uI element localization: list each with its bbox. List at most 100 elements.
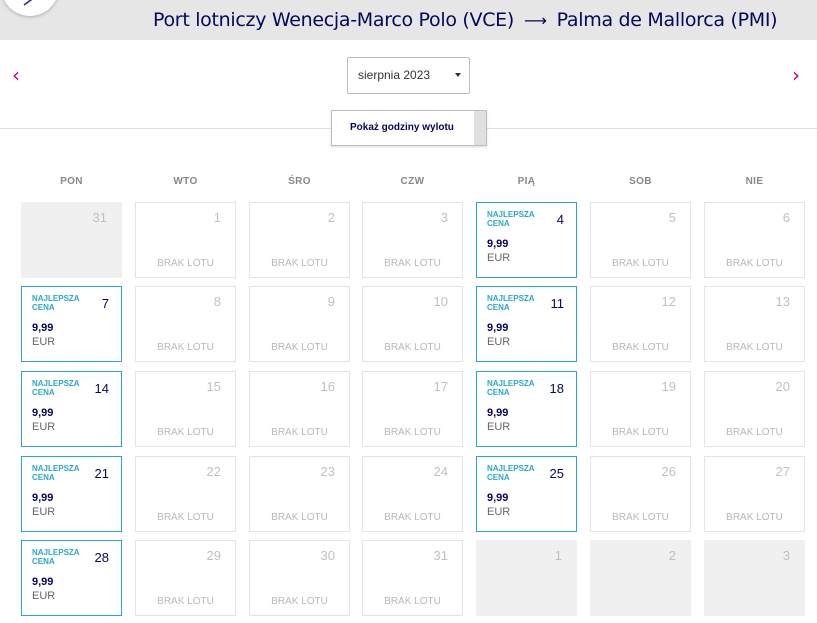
toggle-label: Pokaż godziny wylotu — [350, 122, 454, 133]
day-number: 27 — [775, 464, 790, 479]
no-flight-label: BRAK LOTU — [271, 342, 328, 353]
no-flight-label: BRAK LOTU — [271, 596, 328, 607]
price-value: 9,99 — [32, 407, 54, 419]
weekday-label: CZW — [400, 176, 425, 187]
day-cell-no-flight: 29 BRAK LOTU — [135, 540, 236, 616]
no-flight-label: BRAK LOTU — [612, 258, 669, 269]
no-flight-label: BRAK LOTU — [726, 427, 783, 438]
day-cell-outside-month: 2 — [590, 540, 691, 616]
day-cell-no-flight: 12 BRAK LOTU — [590, 286, 691, 362]
day-number: 16 — [320, 379, 335, 394]
day-cell-no-flight: 3 BRAK LOTU — [362, 202, 463, 278]
day-cell-no-flight: 1 BRAK LOTU — [135, 202, 236, 278]
price-currency: EUR — [487, 506, 511, 518]
no-flight-label: BRAK LOTU — [726, 342, 783, 353]
best-price-label: NAJLEPSZA CENA — [487, 379, 535, 397]
day-cell-no-flight: 2 BRAK LOTU — [249, 202, 350, 278]
show-departure-times-toggle[interactable]: Pokaż godziny wylotu — [331, 110, 487, 146]
day-cell-no-flight: 20 BRAK LOTU — [704, 371, 805, 447]
no-flight-label: BRAK LOTU — [384, 342, 441, 353]
day-number: 12 — [661, 294, 676, 309]
day-number: 14 — [94, 381, 109, 396]
no-flight-label: BRAK LOTU — [157, 342, 214, 353]
day-cell-available[interactable]: 11 NAJLEPSZA CENA 9,99 EUR — [476, 286, 577, 362]
day-number: 24 — [433, 464, 448, 479]
day-cell-outside-month: 31 — [21, 202, 122, 278]
next-month-button[interactable]: › — [792, 65, 806, 85]
price-currency: EUR — [32, 421, 56, 433]
chevron-down-icon — [455, 73, 461, 77]
day-number: 3 — [782, 548, 790, 563]
day-number: 1 — [213, 210, 221, 225]
day-cell-available[interactable]: 25 NAJLEPSZA CENA 9,99 EUR — [476, 456, 577, 532]
day-cell-available[interactable]: 4 NAJLEPSZA CENA 9,99 EUR — [476, 202, 577, 278]
price-currency: EUR — [487, 252, 511, 264]
day-cell-available[interactable]: 18 NAJLEPSZA CENA 9,99 EUR — [476, 371, 577, 447]
day-number: 23 — [320, 464, 335, 479]
price-currency: EUR — [487, 336, 511, 348]
day-number: 3 — [440, 210, 448, 225]
price-value: 9,99 — [487, 492, 509, 504]
best-price-label: NAJLEPSZA CENA — [32, 464, 80, 482]
month-select-value: sierpnia 2023 — [358, 68, 431, 82]
day-cell-no-flight: 24 BRAK LOTU — [362, 456, 463, 532]
no-flight-label: BRAK LOTU — [271, 427, 328, 438]
day-number: 10 — [433, 294, 448, 309]
no-flight-label: BRAK LOTU — [384, 427, 441, 438]
weekday-label: ŚRO — [288, 176, 311, 187]
day-number: 26 — [661, 464, 676, 479]
day-number: 30 — [320, 548, 335, 563]
price-currency: EUR — [32, 590, 56, 602]
logo[interactable] — [1, 0, 59, 16]
day-cell-available[interactable]: 28 NAJLEPSZA CENA 9,99 EUR — [21, 540, 122, 616]
day-number: 15 — [206, 379, 221, 394]
day-number: 13 — [775, 294, 790, 309]
weekday-label: PON — [60, 176, 83, 187]
day-cell-no-flight: 19 BRAK LOTU — [590, 371, 691, 447]
price-currency: EUR — [32, 336, 56, 348]
day-number: 19 — [661, 379, 676, 394]
no-flight-label: BRAK LOTU — [612, 427, 669, 438]
plane-icon — [23, 0, 33, 6]
day-cell-no-flight: 31 BRAK LOTU — [362, 540, 463, 616]
day-number: 2 — [327, 210, 335, 225]
no-flight-label: BRAK LOTU — [157, 512, 214, 523]
day-cell-no-flight: 8 BRAK LOTU — [135, 286, 236, 362]
no-flight-label: BRAK LOTU — [612, 342, 669, 353]
day-cell-outside-month: 1 — [476, 540, 577, 616]
day-cell-no-flight: 16 BRAK LOTU — [249, 371, 350, 447]
no-flight-label: BRAK LOTU — [157, 427, 214, 438]
no-flight-label: BRAK LOTU — [271, 512, 328, 523]
day-number: 5 — [668, 210, 676, 225]
day-number: 11 — [550, 296, 565, 311]
day-cell-no-flight: 9 BRAK LOTU — [249, 286, 350, 362]
day-cell-no-flight: 26 BRAK LOTU — [590, 456, 691, 532]
weekday-label: SOB — [629, 176, 652, 187]
day-cell-no-flight: 13 BRAK LOTU — [704, 286, 805, 362]
day-cell-available[interactable]: 7 NAJLEPSZA CENA 9,99 EUR — [21, 286, 122, 362]
day-cell-available[interactable]: 21 NAJLEPSZA CENA 9,99 EUR — [21, 456, 122, 532]
day-number: 31 — [92, 210, 107, 225]
price-value: 9,99 — [487, 238, 509, 250]
best-price-label: NAJLEPSZA CENA — [487, 210, 535, 228]
route-header: Port lotniczy Wenecja-Marco Polo (VCE) ⟶… — [0, 0, 817, 40]
day-cell-no-flight: 27 BRAK LOTU — [704, 456, 805, 532]
day-number: 18 — [549, 381, 564, 396]
no-flight-label: BRAK LOTU — [271, 258, 328, 269]
route-title: Port lotniczy Wenecja-Marco Polo (VCE) ⟶… — [153, 8, 778, 32]
price-value: 9,99 — [32, 492, 54, 504]
day-cell-no-flight: 15 BRAK LOTU — [135, 371, 236, 447]
no-flight-label: BRAK LOTU — [384, 258, 441, 269]
previous-month-button[interactable]: ‹ — [12, 65, 26, 85]
day-number: 28 — [94, 550, 109, 565]
day-cell-available[interactable]: 14 NAJLEPSZA CENA 9,99 EUR — [21, 371, 122, 447]
day-number: 31 — [433, 548, 448, 563]
day-number: 21 — [94, 466, 109, 481]
day-cell-no-flight: 17 BRAK LOTU — [362, 371, 463, 447]
day-cell-no-flight: 23 BRAK LOTU — [249, 456, 350, 532]
price-value: 9,99 — [487, 407, 509, 419]
day-cell-no-flight: 30 BRAK LOTU — [249, 540, 350, 616]
best-price-label: NAJLEPSZA CENA — [32, 294, 80, 312]
day-cell-no-flight: 5 BRAK LOTU — [590, 202, 691, 278]
month-select[interactable]: sierpnia 2023 — [347, 57, 470, 94]
